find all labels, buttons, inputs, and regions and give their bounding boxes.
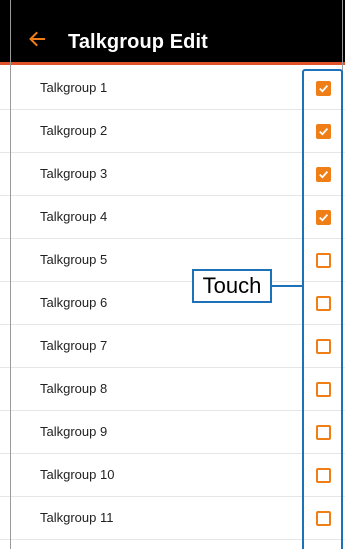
talkgroup-label: Talkgroup 10 [40,467,115,482]
talkgroup-label: Talkgroup 5 [40,252,108,267]
list-item[interactable]: Talkgroup 9 [0,411,345,454]
list-item[interactable]: Talkgroup 11 [0,497,345,540]
list-item[interactable]: Talkgroup 10 [0,454,345,497]
list-item[interactable]: Talkgroup 3 [0,153,345,196]
frame-left-edge [10,0,11,549]
page-title: Talkgroup Edit [68,31,208,53]
list-item[interactable]: Talkgroup 1 [0,67,345,110]
talkgroup-label: Talkgroup 6 [40,295,108,310]
checkbox-column-callout [302,69,343,549]
list-item[interactable]: Talkgroup 2 [0,110,345,153]
talkgroup-label: Talkgroup 9 [40,424,108,439]
callout-connector [272,285,302,287]
talkgroup-label: Talkgroup 2 [40,123,108,138]
list-item[interactable]: Talkgroup 4 [0,196,345,239]
list-item[interactable]: Talkgroup 5 [0,239,345,282]
talkgroup-label: Talkgroup 4 [40,209,108,224]
arrow-left-icon[interactable] [27,29,47,49]
talkgroup-label: Talkgroup 1 [40,80,108,95]
list-item[interactable]: Talkgroup 7 [0,325,345,368]
screen: Talkgroup Edit Talkgroup 1 Talkgroup 2 Tal… [0,0,345,549]
talkgroup-label: Talkgroup 8 [40,381,108,396]
touch-callout-label: Touch [192,269,272,303]
talkgroup-label: Talkgroup 11 [40,510,114,525]
app-bar: Talkgroup Edit [0,0,345,65]
talkgroup-label: Talkgroup 3 [40,166,108,181]
list-item[interactable]: Talkgroup 6 [0,282,345,325]
list-item[interactable]: Talkgroup 8 [0,368,345,411]
talkgroup-list: Talkgroup 1 Talkgroup 2 Talkgroup 3 Talkgro… [0,67,345,540]
talkgroup-label: Talkgroup 7 [40,338,108,353]
